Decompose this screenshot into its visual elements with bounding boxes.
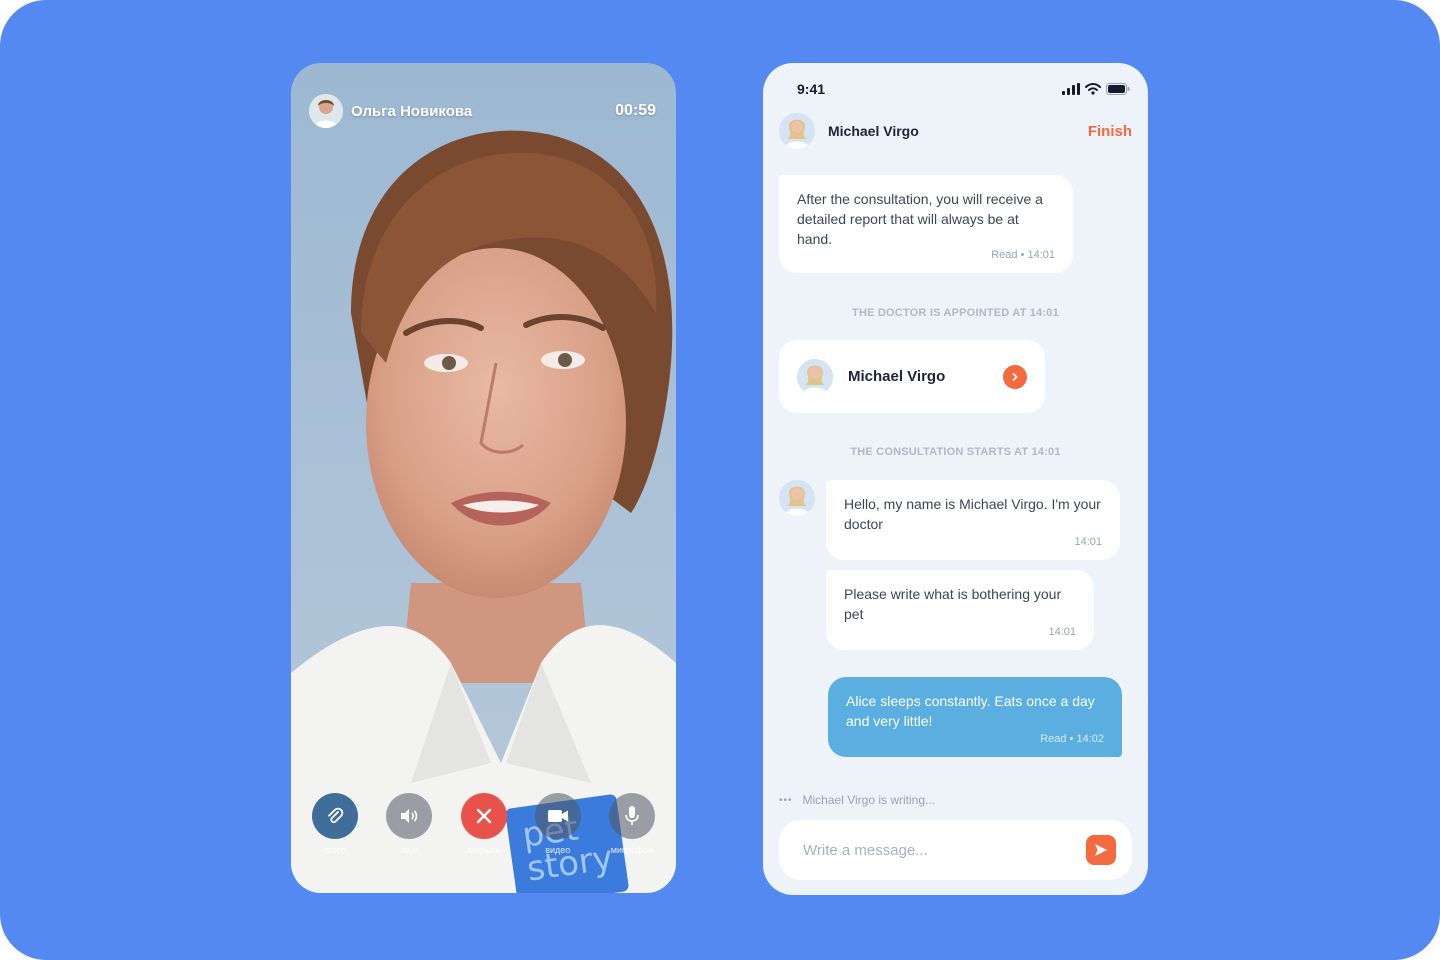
message-meta: 14:01: [1048, 626, 1076, 638]
typing-indicator: ••• Michael Virgo is writing...: [779, 793, 935, 807]
message-composer: [779, 820, 1132, 880]
status-time: 9:41: [797, 81, 826, 97]
caller-name: Ольга Новикова: [351, 102, 473, 120]
message-meta: Read • 14:02: [1040, 733, 1104, 745]
sound-label: звук: [400, 845, 418, 855]
typing-dots-icon: •••: [779, 794, 793, 806]
status-bar: 9:41: [797, 79, 1130, 99]
system-message-appointed: THE DOCTOR IS APPOINTED AT 14:01: [852, 307, 1059, 319]
call-timer: 00:59: [615, 102, 656, 119]
outgoing-message-bubble: Alice sleeps constantly. Eats once a day…: [828, 677, 1122, 757]
microphone-control[interactable]: микрофон: [606, 793, 658, 863]
send-icon: [1095, 844, 1107, 856]
end-call-control[interactable]: закрыть: [458, 793, 510, 863]
message-bubble: Please write what is bothering your pet …: [826, 570, 1094, 650]
message-text: Hello, my name is Michael Virgo. I'm you…: [844, 496, 1101, 532]
message-text: After the consultation, you will receive…: [797, 191, 1043, 247]
system-message-starts: THE CONSULTATION STARTS AT 14:01: [850, 446, 1061, 458]
call-controls: фото звук закрыть видео микрофон: [309, 793, 658, 863]
doctor-card-name: Michael Virgo: [848, 368, 946, 385]
call-header: Ольга Новикова 00:59: [309, 91, 656, 131]
close-icon[interactable]: [460, 793, 507, 839]
video-label: видео: [545, 845, 571, 855]
canvas-background: Ольга Новикова 00:59 pet story фото звук: [0, 0, 1440, 960]
message-text: Alice sleeps constantly. Eats once a day…: [846, 693, 1095, 729]
video-control[interactable]: видео: [532, 793, 584, 863]
microphone-icon[interactable]: [609, 793, 655, 839]
speaker-icon[interactable]: [386, 793, 433, 839]
doctor-message-avatar: [779, 480, 815, 516]
typing-text: Michael Virgo is writing...: [802, 793, 936, 807]
video-call-screen: Ольга Новикова 00:59 pet story фото звук: [291, 63, 676, 893]
finish-button[interactable]: Finish: [1088, 123, 1132, 140]
chevron-right-icon[interactable]: [1003, 364, 1027, 389]
send-button[interactable]: [1086, 835, 1116, 865]
message-bubble: After the consultation, you will receive…: [779, 175, 1073, 273]
doctor-avatar[interactable]: [779, 113, 815, 149]
video-camera-icon[interactable]: [534, 793, 581, 839]
video-feed: [291, 130, 676, 893]
message-meta: 14:01: [1074, 536, 1102, 548]
attach-label: фото: [324, 845, 346, 855]
microphone-label: микрофон: [610, 845, 654, 855]
message-bubble: Hello, my name is Michael Virgo. I'm you…: [826, 480, 1120, 560]
paperclip-icon[interactable]: [312, 793, 358, 839]
doctor-card-avatar: [797, 358, 833, 395]
doctor-name: Michael Virgo: [828, 123, 919, 139]
status-icons: [1062, 83, 1130, 95]
wifi-icon: [1085, 83, 1101, 95]
end-call-label: закрыть: [466, 845, 501, 855]
doctor-card[interactable]: Michael Virgo: [779, 340, 1045, 413]
message-input[interactable]: [803, 841, 1086, 859]
message-meta: Read • 14:01: [991, 249, 1055, 261]
caller-avatar: [309, 94, 343, 128]
chat-screen: 9:41 Michael Virgo Finish After the cons…: [763, 63, 1148, 895]
signal-icon: [1062, 83, 1080, 95]
attach-control[interactable]: фото: [309, 793, 361, 863]
battery-icon: [1106, 83, 1130, 95]
message-text: Please write what is bothering your pet: [844, 586, 1062, 622]
sound-control[interactable]: звук: [383, 793, 435, 863]
chat-header: Michael Virgo Finish: [779, 111, 1132, 151]
